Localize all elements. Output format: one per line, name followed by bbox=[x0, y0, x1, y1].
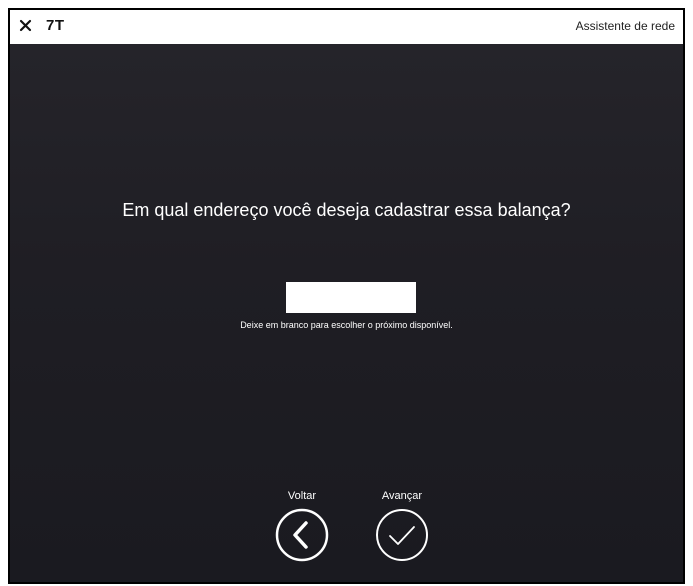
app-logo: 7T bbox=[46, 17, 65, 34]
chevron-left-icon bbox=[275, 508, 329, 562]
wizard-window: 7T Assistente de rede Em qual endereço v… bbox=[8, 8, 685, 584]
close-icon bbox=[19, 19, 32, 32]
title-bar: 7T Assistente de rede bbox=[10, 10, 683, 44]
next-label: Avançar bbox=[381, 490, 423, 502]
back-label: Voltar bbox=[287, 490, 317, 502]
next-button[interactable]: Avançar bbox=[367, 490, 437, 563]
address-input[interactable] bbox=[286, 282, 416, 313]
window-title: Assistente de rede bbox=[575, 19, 675, 33]
question-text: Em qual endereço você deseja cadastrar e… bbox=[122, 200, 571, 220]
checkmark-icon bbox=[376, 509, 428, 561]
close-button[interactable] bbox=[16, 16, 36, 36]
back-button[interactable]: Voltar bbox=[267, 490, 337, 563]
address-hint: Deixe em branco para escolher o próximo … bbox=[240, 320, 453, 330]
